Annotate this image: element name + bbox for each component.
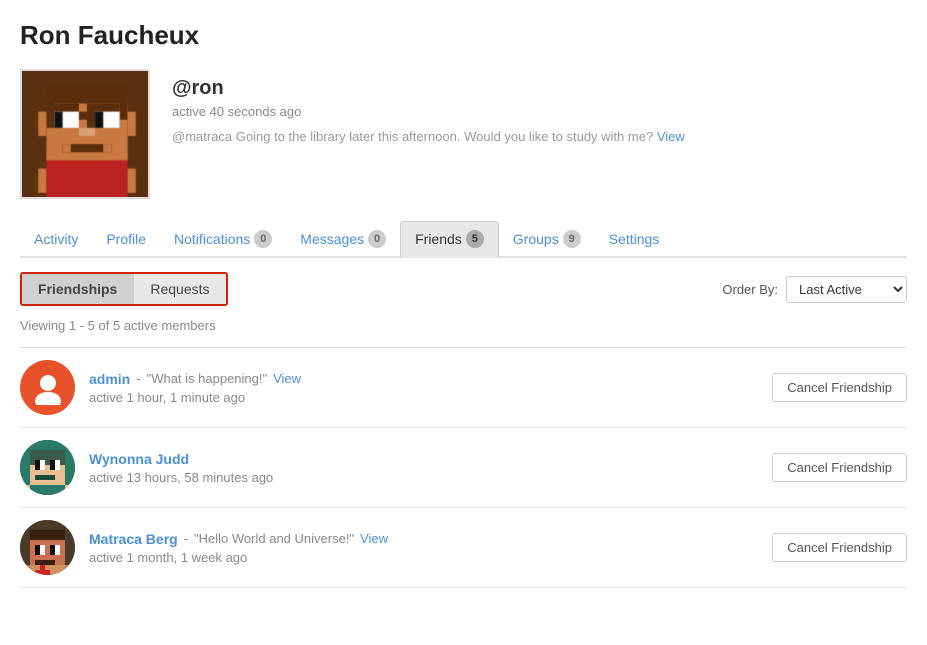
friend-view-link-matraca[interactable]: View [360, 531, 388, 546]
friend-status-matraca: - [184, 531, 188, 546]
friend-name-row-admin: admin - "What is happening!" View [89, 371, 758, 387]
friend-list: admin - "What is happening!" View active… [20, 347, 907, 588]
cancel-friendship-admin[interactable]: Cancel Friendship [772, 373, 907, 402]
friend-avatar-wynonna [20, 440, 75, 495]
tab-settings[interactable]: Settings [595, 223, 674, 257]
page-wrapper: Ron Faucheux @ron active 40 seconds ago … [0, 0, 927, 608]
tab-messages[interactable]: Messages 0 [286, 222, 400, 258]
sub-tabs-row: Friendships Requests Order By: Last Acti… [20, 272, 907, 306]
page-title: Ron Faucheux [20, 20, 907, 51]
profile-section: @ron active 40 seconds ago @matraca Goin… [20, 69, 907, 199]
avatar-canvas [22, 71, 150, 199]
order-by-label: Order By: [722, 282, 778, 297]
profile-message-view-link[interactable]: View [657, 129, 685, 144]
cancel-friendship-matraca[interactable]: Cancel Friendship [772, 533, 907, 562]
tab-profile[interactable]: Profile [92, 223, 160, 257]
friend-row-matraca: Matraca Berg - "Hello World and Universe… [20, 508, 907, 588]
tab-messages-label: Messages [300, 231, 364, 247]
tab-friends-label: Friends [415, 231, 462, 247]
avatar [20, 69, 150, 199]
friend-quote-matraca: "Hello World and Universe!" [194, 531, 354, 546]
profile-message-text: @matraca Going to the library later this… [172, 129, 653, 144]
viewing-text: Viewing 1 - 5 of 5 active members [20, 318, 907, 333]
friend-row: admin - "What is happening!" View active… [20, 348, 907, 428]
tab-settings-label: Settings [609, 231, 660, 247]
profile-active-status: active 40 seconds ago [172, 104, 685, 119]
friend-active-matraca: active 1 month, 1 week ago [89, 550, 758, 565]
friend-info-matraca: Matraca Berg - "Hello World and Universe… [89, 531, 758, 565]
order-by-select[interactable]: Last Active Alphabetically Date Friended [786, 276, 907, 303]
cancel-friendship-wynonna[interactable]: Cancel Friendship [772, 453, 907, 482]
friend-quote-admin: "What is happening!" [147, 371, 268, 386]
friend-active-wynonna: active 13 hours, 58 minutes ago [89, 470, 758, 485]
profile-info: @ron active 40 seconds ago @matraca Goin… [172, 69, 685, 144]
friend-name-matraca[interactable]: Matraca Berg [89, 531, 178, 547]
sub-tab-friendships[interactable]: Friendships [22, 274, 134, 304]
tab-groups[interactable]: Groups 9 [499, 222, 595, 258]
messages-badge: 0 [368, 230, 386, 248]
friend-view-link-admin[interactable]: View [273, 371, 301, 386]
person-icon [31, 371, 65, 405]
tab-friends[interactable]: Friends 5 [400, 221, 499, 258]
friend-status-admin: - [136, 371, 140, 386]
tab-activity[interactable]: Activity [20, 223, 92, 257]
nav-tabs: Activity Profile Notifications 0 Message… [20, 221, 907, 258]
friend-active-admin: active 1 hour, 1 minute ago [89, 390, 758, 405]
friend-avatar-admin [20, 360, 75, 415]
notifications-badge: 0 [254, 230, 272, 248]
sub-tabs: Friendships Requests [20, 272, 228, 306]
tab-activity-label: Activity [34, 231, 78, 247]
profile-message: @matraca Going to the library later this… [172, 129, 685, 144]
friend-name-row-matraca: Matraca Berg - "Hello World and Universe… [89, 531, 758, 547]
friend-name-wynonna[interactable]: Wynonna Judd [89, 451, 189, 467]
friend-avatar-matraca [20, 520, 75, 575]
friend-name-admin[interactable]: admin [89, 371, 130, 387]
order-by-section: Order By: Last Active Alphabetically Dat… [722, 276, 907, 303]
tab-profile-label: Profile [106, 231, 146, 247]
friend-row-wynonna: Wynonna Judd active 13 hours, 58 minutes… [20, 428, 907, 508]
friend-info-admin: admin - "What is happening!" View active… [89, 371, 758, 405]
tab-groups-label: Groups [513, 231, 559, 247]
profile-handle: @ron [172, 77, 685, 100]
wynonna-avatar-canvas [20, 440, 75, 495]
friends-badge: 5 [466, 230, 484, 248]
tab-notifications[interactable]: Notifications 0 [160, 222, 286, 258]
matraca-avatar-canvas [20, 520, 75, 575]
friend-name-row-wynonna: Wynonna Judd [89, 451, 758, 467]
groups-badge: 9 [563, 230, 581, 248]
tab-notifications-label: Notifications [174, 231, 250, 247]
friend-info-wynonna: Wynonna Judd active 13 hours, 58 minutes… [89, 451, 758, 485]
sub-tab-requests[interactable]: Requests [134, 274, 225, 304]
